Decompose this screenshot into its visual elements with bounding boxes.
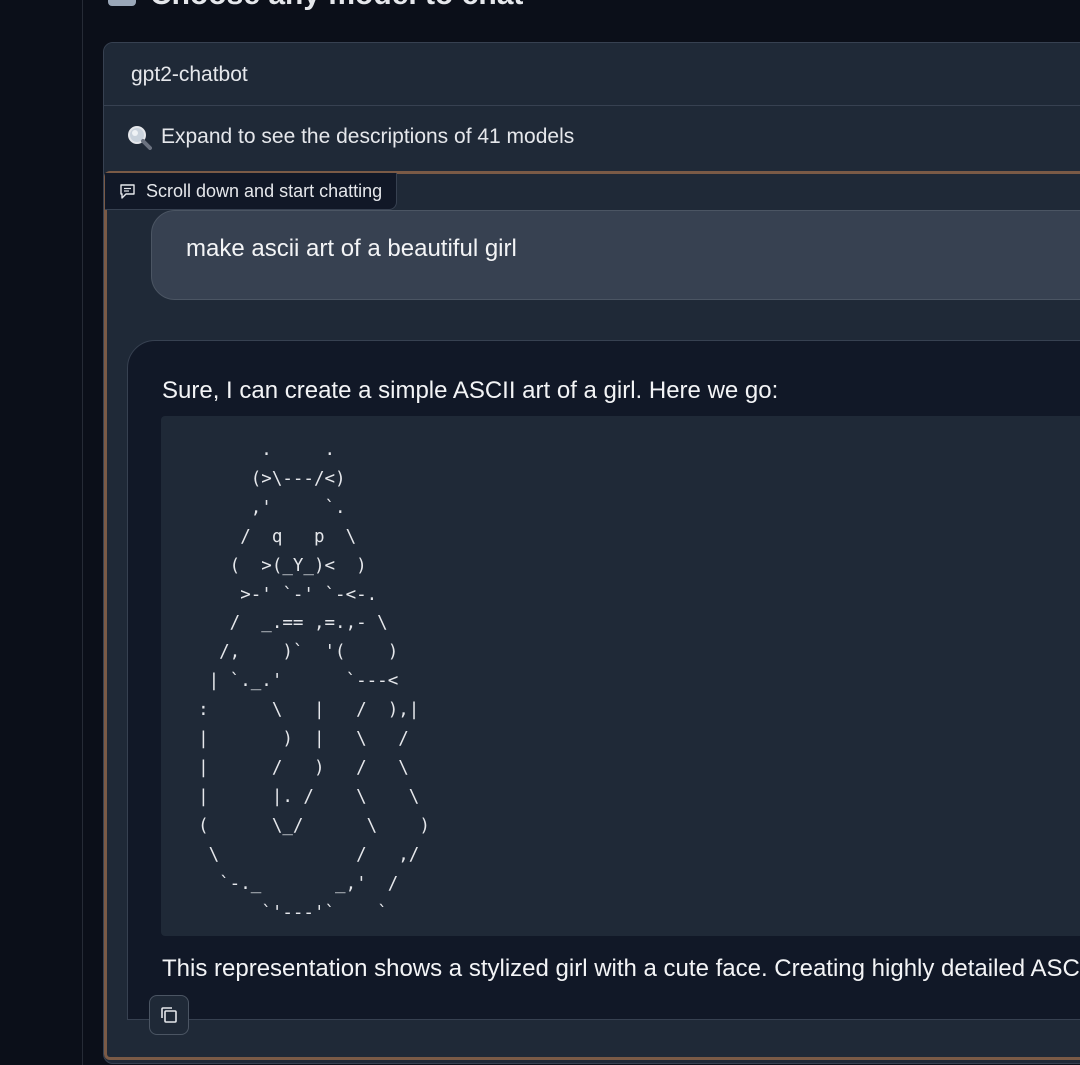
chatbot-area: Scroll down and start chatting make asci… <box>104 171 1080 1060</box>
ascii-art-text: . . (>\---/<) ,' `. / q p \ ( >(_Y_)< ) … <box>198 440 430 923</box>
copy-button[interactable] <box>149 995 189 1035</box>
chatbot-label-badge: Scroll down and start chatting <box>105 173 398 210</box>
chat-panel: gpt2-chatbot Expand to see the descripti… <box>103 42 1080 1064</box>
ascii-art-code-block: . . (>\---/<) ,' `. / q p \ ( >(_Y_)< ) … <box>161 416 1080 936</box>
robot-icon <box>108 0 136 6</box>
left-divider <box>82 0 83 1065</box>
assistant-message-outro: This representation shows a stylized gir… <box>162 955 1080 982</box>
model-selector-value[interactable]: gpt2-chatbot <box>131 63 248 87</box>
section-heading: Choose any model to chat <box>108 0 523 12</box>
user-message: make ascii art of a beautiful girl <box>151 210 1080 300</box>
assistant-message: Sure, I can create a simple ASCII art of… <box>127 340 1080 1035</box>
model-descriptions-accordion[interactable]: Expand to see the descriptions of 41 mod… <box>104 106 1080 170</box>
model-selector[interactable]: gpt2-chatbot <box>104 43 1080 106</box>
copy-icon <box>161 1007 177 1023</box>
chatbot-label-text: Scroll down and start chatting <box>146 180 383 201</box>
model-descriptions-label[interactable]: Expand to see the descriptions of 41 mod… <box>161 125 574 149</box>
user-message-text: make ascii art of a beautiful girl <box>186 235 517 262</box>
assistant-message-intro: Sure, I can create a simple ASCII art of… <box>162 377 779 404</box>
magnifier-icon <box>128 126 152 150</box>
section-heading-text: Choose any model to chat <box>150 0 523 12</box>
chat-bubble-icon <box>120 183 135 199</box>
page: Choose any model to chat gpt2-chatbot Ex… <box>0 0 1080 1065</box>
